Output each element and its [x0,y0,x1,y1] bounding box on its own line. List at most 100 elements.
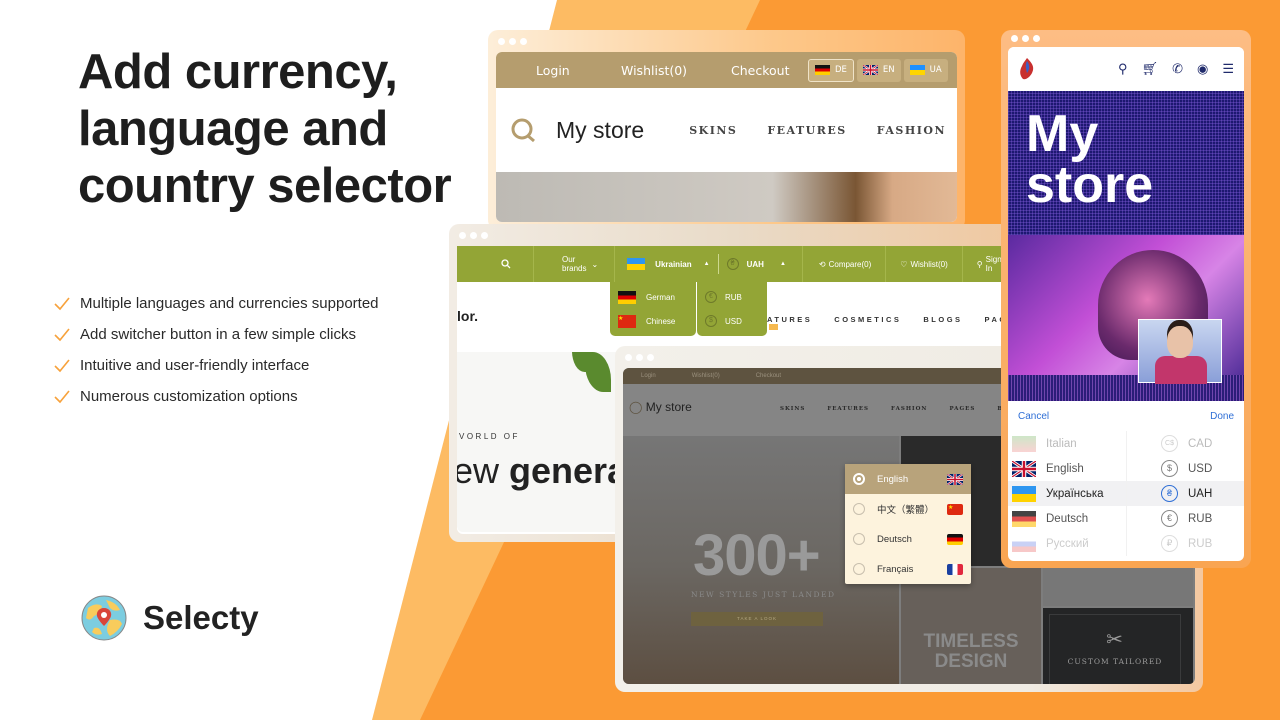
picker-language-row[interactable]: Deutsch [1008,506,1126,531]
account-icon[interactable]: ◉ [1197,61,1208,77]
window-controls [1011,35,1040,42]
feature-text: Intuitive and user-friendly interface [80,357,310,374]
picker-toolbar: Cancel Done [1008,401,1244,431]
checkout-link[interactable]: Checkout [756,373,781,379]
nav-item[interactable]: SKINS [689,124,737,137]
store-window-1: Login Wishlist(0) Checkout DE EN UA My s… [488,30,965,230]
language-option-label: Français [877,563,914,575]
login-link[interactable]: Login [536,63,621,78]
language-option[interactable]: English [845,464,971,494]
germany-flag-icon [947,533,963,545]
ukraine-flag-icon [1012,485,1036,502]
cancel-button[interactable]: Cancel [1018,411,1049,422]
user-icon: ⚲ [976,259,983,269]
currency-selector[interactable]: ₴ UAH ▲ [719,246,803,282]
phone-icon[interactable]: ✆ [1172,61,1183,77]
nav-item[interactable]: PAGES [949,406,975,412]
hero-title-light: ew [457,450,510,491]
brands-label: Our brands [562,255,587,273]
compare-link[interactable]: ⟲ Compare(0) [803,246,887,282]
hryvnia-icon: ₴ [726,258,739,270]
store-name[interactable]: My store [556,117,644,144]
nav-item[interactable]: FEATURES [827,406,869,412]
currency-wheel[interactable]: C$ CAD $ USD ₴ UAH € RUB ₽ RUB [1126,431,1244,556]
search-icon [501,259,511,269]
picker-language-label: English [1046,462,1084,475]
language-option[interactable]: Français [845,554,971,584]
brand-name: Selecty [143,599,259,636]
feature-item: Numerous customization options [52,381,379,412]
hero-title: ew genera [457,450,627,492]
lang-button-en[interactable]: EN [856,58,901,82]
language-option[interactable]: 中文（繁體） ★ [845,494,971,524]
nav-item[interactable]: COSMETICS [834,315,901,333]
radio-unselected[interactable] [853,563,865,575]
nav-item[interactable]: BLOGS [923,315,962,333]
feature-item: Intuitive and user-friendly interface [52,350,379,381]
phone-hero-image [1008,235,1244,401]
lang-button-ua[interactable]: UA [903,58,948,82]
done-button[interactable]: Done [1210,411,1234,422]
nav-item[interactable]: ATURES [767,315,812,333]
wishlist-link[interactable]: ♡ Wishlist(0) [886,246,963,282]
lang-code: DE [835,65,847,75]
menu-icon[interactable]: ☰ [1222,61,1234,77]
store2-logo[interactable]: lor. [457,308,478,324]
france-flag-icon [947,563,963,575]
store1-hero-image [496,172,957,222]
russia-flag-icon [1012,535,1036,552]
custom-tile[interactable]: ✂ CUSTOM TAILORED [1043,608,1193,684]
wishlist-link[interactable]: Wishlist(0) [692,373,720,379]
language-wheel[interactable]: Italian English Українська Deutsch Русск… [1008,431,1126,556]
lang-button-de[interactable]: DE [808,58,854,82]
currency-symbol-icon: ₴ [1161,485,1178,502]
store-logo-icon: ◯ [629,400,643,414]
timeless-tile[interactable]: TIMELESS DESIGN [901,568,1041,684]
headline-line: Add currency, [78,45,398,99]
picker-currency-row[interactable]: ₽ RUB [1127,531,1244,556]
language-option[interactable]: Deutsch [845,524,971,554]
picker-language-row[interactable]: English [1008,456,1126,481]
nav-item[interactable]: FASHION [891,406,927,412]
picker-currency-row[interactable]: € RUB [1127,506,1244,531]
picker-language-label: Italian [1046,437,1077,450]
nav-item[interactable]: FEATURES [767,124,846,137]
nav-item[interactable]: FASHION [877,124,946,137]
radio-unselected[interactable] [853,533,865,545]
checkout-link[interactable]: Checkout [731,63,799,78]
phone-hero: My store [1008,91,1244,235]
window-controls [498,38,527,45]
picker-language-row[interactable]: Italian [1008,431,1126,456]
brand-logo-icon[interactable] [1018,57,1036,81]
store2-navbar: Our brands ⌄ Ukrainian ▲ ₴ UAH ▲ ⟲ Compa… [457,246,1017,282]
picker-currency-row[interactable]: $ USD [1127,456,1244,481]
brands-dropdown[interactable]: Our brands ⌄ [534,246,616,282]
search-icon[interactable]: ⚲ [1118,61,1128,77]
language-selector[interactable]: Ukrainian ▲ [615,254,719,274]
headline-line: language and [78,102,388,156]
timeless-line: TIMELESS [923,631,1019,652]
cart-icon[interactable]: 🛒︎ [1142,61,1159,77]
picker-currency-row-selected[interactable]: ₴ UAH [1127,481,1244,506]
timeless-title: TIMELESS DESIGN [921,632,1021,672]
china-flag-icon: ★ [947,503,963,515]
search-button[interactable] [457,246,534,282]
picker-language-row[interactable]: Русский [1008,531,1126,556]
uk-flag-icon [947,473,963,485]
compare-icon: ⟲ [818,259,826,269]
wishlist-link[interactable]: Wishlist(0) [621,63,731,78]
picker-currency-label: UAH [1188,487,1213,500]
take-a-look-button[interactable]: TAKE A LOOK [691,612,823,626]
picker-currency-label: RUB [1188,512,1213,525]
store3-logo[interactable]: ◯ My store [629,400,692,414]
window-controls [459,232,488,239]
language-popup: English 中文（繁體） ★ Deutsch Français [845,464,971,584]
nav-item[interactable]: SKINS [780,406,805,412]
login-link[interactable]: Login [641,373,656,379]
store2-nav: ATURES COSMETICS BLOGS PAGES [767,315,1023,333]
picker-language-row-selected[interactable]: Українська [1008,481,1126,506]
picker-currency-row[interactable]: C$ CAD [1127,431,1244,456]
language-option-label: English [877,473,909,485]
radio-selected[interactable] [853,473,865,485]
radio-unselected[interactable] [853,503,865,515]
